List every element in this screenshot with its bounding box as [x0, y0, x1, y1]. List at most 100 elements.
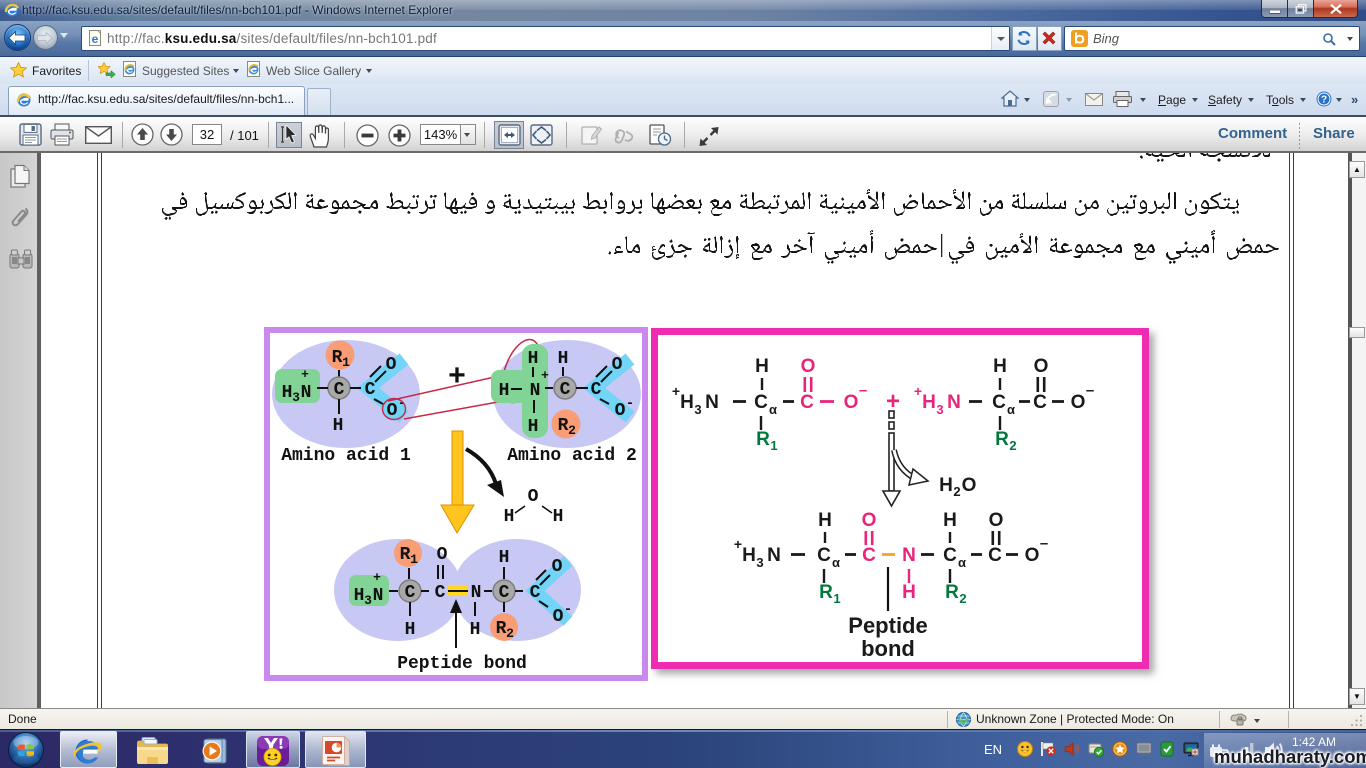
svg-text:R: R	[332, 348, 343, 368]
svg-text:N: N	[767, 545, 781, 566]
svg-text:3: 3	[364, 593, 372, 608]
svg-text:C: C	[365, 380, 376, 400]
svg-text:C: C	[992, 392, 1006, 413]
svg-text:C: C	[862, 545, 876, 566]
svg-text:R: R	[819, 582, 833, 603]
svg-text:N: N	[471, 583, 482, 603]
svg-text:H: H	[922, 392, 936, 413]
svg-text:O: O	[1025, 545, 1040, 566]
svg-text:H: H	[333, 416, 344, 436]
svg-text:O: O	[1071, 392, 1086, 413]
svg-text:2: 2	[568, 423, 576, 438]
svg-text:C: C	[943, 545, 957, 566]
svg-text:H: H	[528, 417, 539, 437]
svg-text:H: H	[470, 620, 481, 640]
svg-text:2: 2	[953, 484, 960, 499]
svg-text:O: O	[844, 392, 859, 413]
svg-text:H: H	[504, 507, 515, 527]
svg-text:C: C	[1033, 392, 1047, 413]
svg-text:–: –	[1040, 535, 1048, 552]
svg-text:O: O	[615, 401, 626, 421]
svg-text:-: -	[564, 602, 572, 618]
svg-text:–: –	[1086, 382, 1094, 399]
svg-text:O: O	[552, 557, 563, 577]
svg-text:H: H	[282, 383, 293, 403]
svg-text:N: N	[530, 381, 541, 401]
svg-text:2: 2	[506, 626, 514, 641]
svg-text:–: –	[859, 382, 867, 399]
svg-text:+: +	[301, 367, 309, 382]
svg-text:C: C	[988, 545, 1002, 566]
svg-text:+: +	[541, 368, 549, 383]
svg-text:H: H	[528, 349, 539, 369]
svg-text:Peptide bond: Peptide bond	[397, 654, 527, 674]
svg-text:H: H	[943, 510, 957, 531]
svg-text:1: 1	[342, 355, 350, 370]
svg-text:H: H	[405, 620, 416, 640]
svg-text:N: N	[902, 545, 916, 566]
svg-text:H: H	[553, 507, 564, 527]
svg-text:C: C	[817, 545, 831, 566]
svg-text:H: H	[818, 510, 832, 531]
svg-text:H: H	[742, 545, 756, 566]
svg-text:+: +	[672, 383, 680, 399]
svg-text:H: H	[499, 548, 510, 568]
svg-text:R: R	[400, 545, 411, 565]
svg-text:N: N	[705, 392, 719, 413]
svg-text:O: O	[801, 356, 816, 377]
svg-text:+: +	[914, 383, 922, 399]
svg-text:H: H	[939, 475, 953, 496]
svg-text:C: C	[530, 583, 541, 603]
svg-text:α: α	[1007, 402, 1015, 417]
svg-text:C: C	[591, 380, 602, 400]
svg-text:C: C	[560, 380, 571, 400]
svg-text:+: +	[448, 361, 466, 395]
svg-text:H: H	[558, 349, 569, 369]
svg-text:O: O	[386, 355, 397, 375]
svg-text:3: 3	[756, 555, 763, 570]
svg-text:e: e	[92, 32, 99, 46]
svg-text:?: ?	[1321, 95, 1327, 106]
svg-text:H: H	[902, 582, 916, 603]
svg-text:C: C	[334, 380, 345, 400]
svg-text:O: O	[962, 475, 977, 496]
svg-text:C: C	[800, 392, 814, 413]
svg-text:O: O	[553, 607, 564, 627]
svg-text:C: C	[754, 392, 768, 413]
svg-text:N: N	[373, 586, 384, 606]
svg-text:Amino acid 1: Amino acid 1	[281, 446, 411, 466]
svg-text:3: 3	[694, 402, 701, 417]
svg-text:-: -	[626, 396, 634, 412]
svg-text:R: R	[496, 619, 507, 639]
svg-text:+: +	[734, 536, 742, 552]
svg-text:H: H	[993, 356, 1007, 377]
svg-text:O: O	[437, 545, 448, 565]
svg-text:bond: bond	[861, 636, 915, 661]
svg-text:N: N	[947, 392, 961, 413]
svg-text:O: O	[528, 487, 539, 507]
svg-text:Peptide: Peptide	[848, 613, 927, 638]
svg-text:α: α	[769, 402, 777, 417]
svg-text:+: +	[373, 570, 381, 585]
svg-text:α: α	[958, 555, 966, 570]
svg-text:2: 2	[1009, 438, 1016, 453]
svg-text:1: 1	[770, 438, 777, 453]
svg-text:1: 1	[833, 591, 840, 606]
svg-text:C: C	[405, 583, 416, 603]
svg-text:2: 2	[959, 591, 966, 606]
svg-text:R: R	[558, 416, 569, 436]
svg-text:3: 3	[936, 402, 943, 417]
svg-text:H: H	[680, 392, 694, 413]
svg-text:C: C	[499, 583, 510, 603]
svg-text:H: H	[755, 356, 769, 377]
svg-text:H: H	[499, 381, 510, 401]
svg-text:O: O	[1034, 356, 1049, 377]
svg-text:R: R	[756, 429, 770, 450]
svg-text:Amino acid 2: Amino acid 2	[507, 446, 637, 466]
svg-text:H: H	[354, 586, 365, 606]
svg-text:O: O	[862, 510, 877, 531]
svg-text:R: R	[995, 429, 1009, 450]
svg-text:R: R	[945, 582, 959, 603]
svg-text:1: 1	[410, 552, 418, 567]
svg-text:O: O	[612, 355, 623, 375]
